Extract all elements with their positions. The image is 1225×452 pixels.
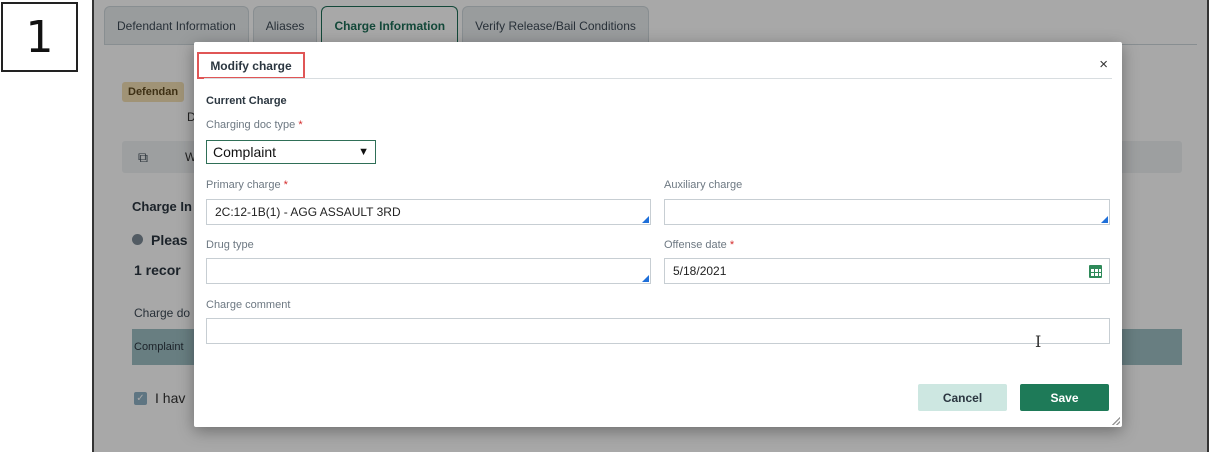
modify-charge-dialog: Modify charge × Current Charge Charging … [194, 42, 1122, 427]
primary-charge-label: Primary charge * [206, 179, 288, 191]
primary-charge-input[interactable]: 2C:12-1B(1) - AGG ASSAULT 3RD [206, 199, 651, 225]
offense-date-input[interactable]: 5/18/2021 [664, 258, 1110, 284]
chevron-down-icon: ▼ [358, 146, 369, 158]
calendar-icon[interactable] [1089, 265, 1102, 278]
offense-date-label: Offense date * [664, 239, 735, 251]
cancel-button[interactable]: Cancel [918, 384, 1007, 411]
autocomplete-corner-icon [642, 275, 649, 282]
autocomplete-corner-icon [642, 216, 649, 223]
autocomplete-corner-icon [1101, 216, 1108, 223]
app-window: Defendant Information Aliases Charge Inf… [92, 0, 1209, 452]
close-icon[interactable]: × [1099, 56, 1108, 73]
section-heading: Current Charge [206, 95, 287, 107]
modal-title: Modify charge [197, 52, 305, 79]
auxiliary-charge-label: Auxiliary charge [664, 179, 743, 191]
save-button[interactable]: Save [1020, 384, 1109, 411]
drug-type-input[interactable] [206, 258, 651, 284]
drug-type-label: Drug type [206, 239, 254, 251]
charging-doc-type-label: Charging doc type * [206, 119, 303, 131]
auxiliary-charge-input[interactable] [664, 199, 1110, 225]
step-number: 1 [1, 2, 78, 72]
text-cursor-icon: I [1035, 332, 1042, 351]
charge-comment-label: Charge comment [206, 299, 291, 311]
charge-comment-input[interactable] [206, 318, 1110, 344]
resize-handle[interactable] [1112, 417, 1120, 425]
divider [204, 78, 1112, 79]
charging-doc-type-select[interactable]: Complaint ▼ [206, 140, 376, 164]
